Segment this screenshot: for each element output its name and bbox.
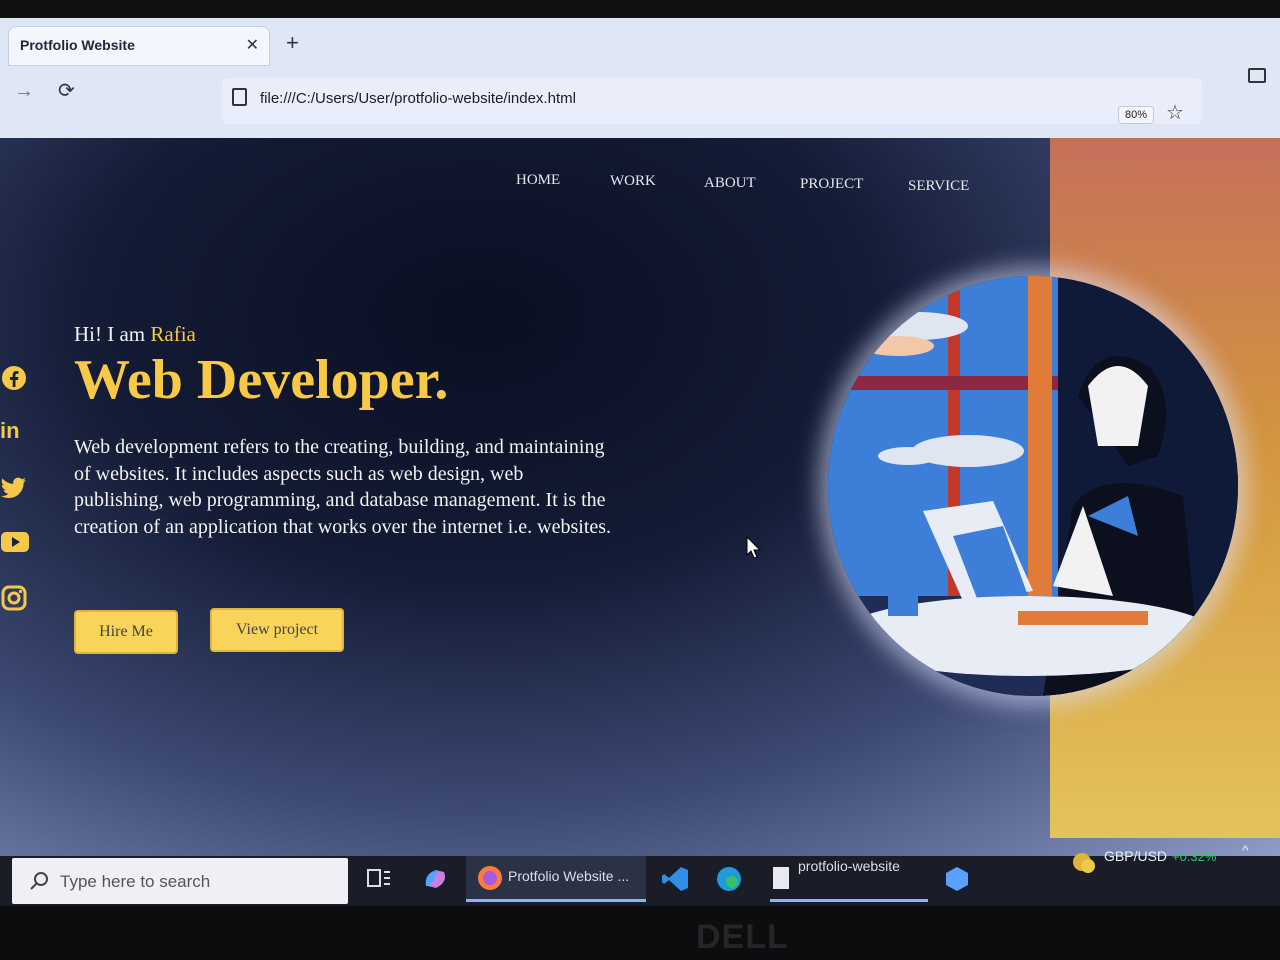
browser-tab[interactable]: Protfolio Website ✕ [8, 26, 270, 66]
tray-chevron-up-icon[interactable]: ^ [1242, 842, 1249, 858]
document-icon [773, 867, 789, 889]
search-placeholder: Type here to search [60, 872, 211, 891]
bookmark-star-icon[interactable]: ☆ [1166, 100, 1184, 125]
tab-close-icon[interactable]: ✕ [246, 35, 259, 55]
tab-title: Protfolio Website [20, 37, 135, 53]
hire-me-button[interactable]: Hire Me [74, 610, 178, 654]
edge-icon[interactable] [714, 864, 744, 894]
nav-about[interactable]: ABOUT [704, 175, 756, 192]
url-text[interactable]: file:///C:/Users/User/protfolio-website/… [260, 90, 576, 107]
youtube-icon[interactable] [0, 530, 30, 560]
browser-app-label: Protfolio Website ... [508, 868, 630, 884]
hero-title: Web Developer. [74, 349, 449, 411]
linkedin-icon[interactable]: in [0, 418, 30, 448]
new-tab-button[interactable]: + [286, 30, 299, 56]
taskbar-search[interactable]: Type here to search [12, 858, 348, 904]
hero-description: Web development refers to the creating, … [74, 436, 612, 538]
nav-project[interactable]: PROJECT [800, 176, 863, 193]
copilot-icon[interactable] [420, 864, 450, 894]
window-restore-icon[interactable] [1248, 68, 1266, 83]
screen-bezel-bottom [0, 906, 1280, 960]
twitter-icon[interactable] [0, 476, 30, 506]
currency-icon [1073, 853, 1095, 873]
developer-illustration [828, 276, 1238, 696]
windows-taskbar: Type here to search Protfolio Website ..… [0, 842, 1280, 906]
browser-chrome: Protfolio Website ✕ + → ⟳ file:///C:/Use… [0, 18, 1280, 138]
mouse-cursor-icon [746, 536, 762, 559]
search-icon [30, 872, 48, 890]
laptop-brand-logo: DELL [696, 918, 789, 956]
facebook-icon[interactable] [0, 364, 30, 394]
greeting: Hi! I am Rafia [74, 322, 196, 347]
ticker-change: +0.32% [1172, 849, 1217, 864]
greeting-name: Rafia [150, 322, 196, 346]
ticker-symbol[interactable]: GBP/USD [1104, 848, 1167, 864]
address-bar[interactable]: file:///C:/Users/User/protfolio-website/… [222, 78, 1202, 124]
instagram-icon[interactable] [0, 584, 30, 614]
page-icon [232, 88, 247, 106]
app-hexagon-icon[interactable] [942, 864, 972, 894]
folder-app-label: protfolio-website [798, 858, 900, 874]
portfolio-page: HOME WORK ABOUT PROJECT SERVICE Hi! I am… [0, 138, 1280, 856]
taskbar-browser-app[interactable]: Protfolio Website ... [466, 856, 646, 902]
forward-arrow-icon[interactable]: → [14, 80, 34, 103]
reload-icon[interactable]: ⟳ [58, 78, 75, 103]
greeting-prefix: Hi! I am [74, 322, 151, 346]
nav-home[interactable]: HOME [516, 172, 560, 189]
task-view-icon[interactable] [364, 864, 394, 894]
vscode-icon[interactable] [660, 864, 690, 894]
view-project-button[interactable]: View project [210, 608, 344, 652]
nav-work[interactable]: WORK [610, 173, 656, 190]
zoom-badge[interactable]: 80% [1118, 106, 1155, 124]
taskbar-folder-app[interactable]: protfolio-website [770, 856, 928, 902]
nav-service[interactable]: SERVICE [908, 178, 969, 195]
firefox-icon [478, 866, 502, 890]
